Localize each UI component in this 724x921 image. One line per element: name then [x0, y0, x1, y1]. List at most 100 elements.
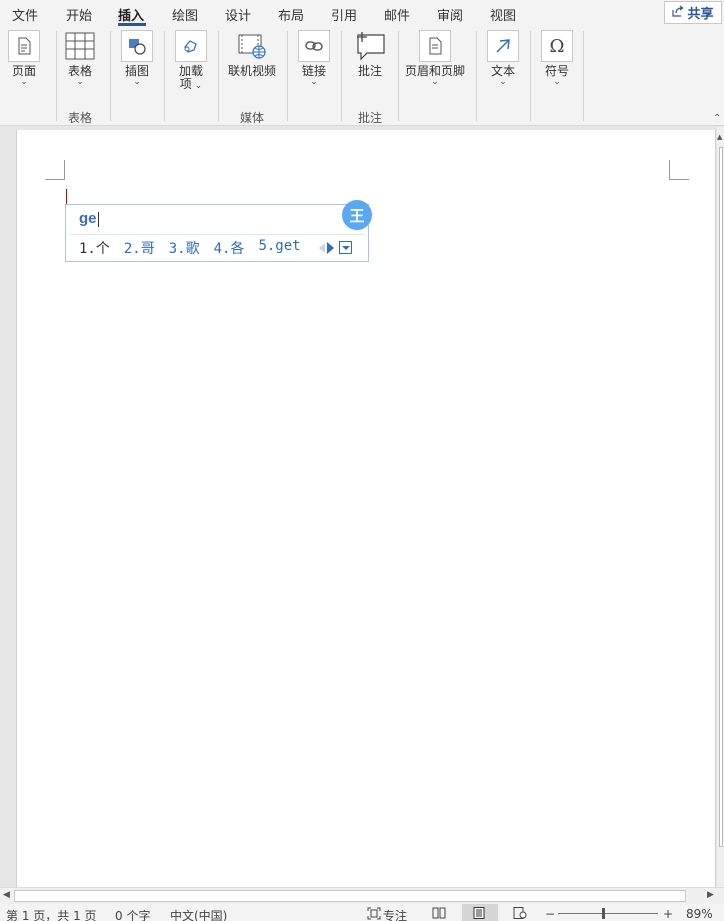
margin-marker [64, 160, 65, 180]
print-layout-icon [473, 907, 485, 921]
zoom-in-button[interactable]: + [663, 907, 673, 921]
page-icon [8, 30, 40, 62]
chevron-down-icon: ⌄ [310, 77, 318, 87]
ime-candidate[interactable]: 4.各 [214, 238, 245, 258]
active-tab-indicator [118, 23, 146, 26]
scroll-up-icon[interactable]: ▲ [717, 133, 722, 141]
page-button[interactable]: 页面 ⌄ [8, 30, 40, 87]
zoom-slider[interactable] [558, 913, 658, 914]
addins-button-label: 加载 项 ⌄ [178, 64, 203, 91]
status-bar: 第 1 页，共 1 页 0 个字 中文(中国) 专注 − + 89% [0, 904, 724, 921]
tab-design[interactable]: 设计 [225, 5, 251, 24]
ribbon-separator [476, 31, 477, 121]
ribbon-separator [341, 31, 342, 121]
scroll-right-icon[interactable]: ▶ [707, 890, 714, 900]
vertical-scrollbar[interactable]: ▲ [717, 127, 724, 887]
omega-icon: Ω [541, 30, 573, 62]
web-layout-icon[interactable] [513, 907, 527, 921]
share-label: 共享 [687, 7, 714, 22]
group-label-table: 表格 [68, 111, 93, 125]
read-mode-icon[interactable] [432, 907, 446, 921]
chevron-down-icon: ⌄ [20, 77, 28, 87]
tab-home[interactable]: 开始 [66, 5, 92, 24]
tab-file[interactable]: 文件 [12, 5, 38, 24]
ime-cursor [97, 211, 99, 227]
group-label-media: 媒体 [240, 111, 265, 125]
ime-candidate[interactable]: 5.get [258, 238, 300, 258]
tab-view[interactable]: 视图 [490, 5, 516, 24]
chevron-down-icon: ⌄ [553, 77, 561, 87]
zoom-slider-thumb[interactable] [602, 908, 605, 919]
ime-candidate[interactable]: 1.个 [79, 238, 110, 258]
table-icon [64, 30, 96, 62]
ribbon-separator [583, 31, 584, 121]
tab-mailings[interactable]: 邮件 [384, 5, 410, 24]
margin-marker [45, 179, 65, 180]
text-cursor [66, 189, 67, 205]
ime-candidate-list: 1.个 2.哥 3.歌 4.各 5.get [79, 238, 301, 258]
addins-icon [175, 30, 207, 62]
illustrations-button[interactable]: 插图 ⌄ [121, 30, 153, 87]
chevron-down-icon: ⌄ [499, 77, 507, 87]
tab-layout[interactable]: 布局 [278, 5, 304, 24]
tab-review[interactable]: 审阅 [437, 5, 463, 24]
illustrations-icon [121, 30, 153, 62]
text-button[interactable]: 文本 ⌄ [487, 30, 519, 87]
ribbon-separator [287, 31, 288, 121]
ribbon-separator [110, 31, 111, 121]
share-icon [672, 5, 684, 21]
ime-page-controls [319, 241, 352, 254]
tab-insert[interactable]: 插入 [118, 5, 144, 24]
ribbon-separator [56, 31, 57, 121]
vertical-scroll-thumb[interactable] [719, 147, 723, 847]
comment-button-label: 批注 [357, 64, 382, 78]
scroll-left-icon[interactable]: ◀ [3, 890, 10, 900]
margin-marker [669, 179, 689, 180]
ribbon-separator [530, 31, 531, 121]
margin-marker [669, 160, 670, 180]
ime-divider [70, 234, 364, 235]
ime-next-page-icon[interactable] [327, 241, 334, 254]
ime-candidate-window[interactable]: ge 王 1.个 2.哥 3.歌 4.各 5.get [65, 200, 372, 262]
table-button[interactable]: 表格 ⌄ [64, 30, 96, 87]
language-indicator[interactable]: 中文(中国) [170, 907, 227, 921]
symbol-button[interactable]: Ω 符号 ⌄ [541, 30, 573, 87]
focus-label[interactable]: 专注 [383, 907, 407, 921]
ime-composition-text: ge [79, 210, 99, 227]
ribbon: 页面 ⌄ 表格 ⌄ 表格 插图 ⌄ 加载 项 ⌄ 联机视频 媒体 链接 ⌄ 批注… [0, 27, 724, 126]
page-count[interactable]: 第 1 页，共 1 页 [6, 907, 97, 921]
share-button[interactable]: 共享 [664, 1, 722, 24]
chevron-down-icon: ⌄ [76, 77, 84, 87]
ribbon-separator [398, 31, 399, 121]
ime-candidate[interactable]: 3.歌 [169, 238, 200, 258]
link-icon [298, 30, 330, 62]
focus-icon[interactable] [367, 907, 381, 921]
tab-draw[interactable]: 绘图 [172, 5, 198, 24]
online-video-button[interactable]: 联机视频 [228, 30, 276, 78]
comment-button[interactable]: 批注 [354, 30, 386, 78]
zoom-out-button[interactable]: − [545, 907, 555, 921]
chevron-down-icon: ⌄ [431, 77, 439, 87]
word-count[interactable]: 0 个字 [115, 907, 150, 921]
ime-candidate[interactable]: 2.哥 [124, 238, 155, 258]
online-video-label: 联机视频 [228, 64, 277, 78]
header-footer-button[interactable]: 页眉和页脚 ⌄ [405, 30, 465, 87]
ime-expand-icon[interactable] [339, 241, 352, 254]
text-icon [487, 30, 519, 62]
zoom-level[interactable]: 89% [686, 907, 713, 921]
ribbon-tabs: 文件 开始 插入 绘图 设计 布局 引用 邮件 审阅 视图 共享 [0, 0, 724, 27]
header-footer-icon [419, 30, 451, 62]
addins-button[interactable]: 加载 项 ⌄ [175, 30, 207, 91]
collapse-ribbon-icon[interactable]: ⌃ [713, 113, 721, 124]
horizontal-scroll-thumb[interactable] [14, 890, 686, 902]
ribbon-separator [218, 31, 219, 121]
horizontal-scrollbar[interactable]: ◀ ▶ [0, 887, 724, 904]
ime-prev-page-icon[interactable] [319, 242, 325, 253]
group-label-comments: 批注 [358, 111, 383, 125]
tab-references[interactable]: 引用 [331, 5, 357, 24]
online-video-icon [236, 30, 268, 62]
link-button[interactable]: 链接 ⌄ [298, 30, 330, 87]
ime-logo-icon[interactable]: 王 [342, 200, 372, 230]
comment-icon [354, 30, 386, 62]
ribbon-separator [164, 31, 165, 121]
